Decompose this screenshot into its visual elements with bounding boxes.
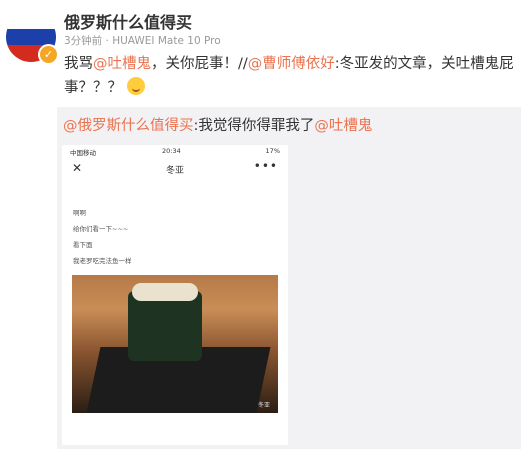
repost-text-segment: :我觉得你得罪我了 [193, 118, 315, 134]
mention-link[interactable]: @吐槽鬼 [314, 118, 372, 134]
mention-link[interactable]: @吐槽鬼 [93, 56, 151, 72]
post-time: 3分钟前 [64, 35, 103, 47]
article-line: 给你们看一下~~~ [73, 225, 129, 233]
sushi-photo: 冬亚 [72, 275, 278, 413]
mention-link[interactable]: @曹师傅依好 [248, 56, 335, 72]
carrier-label: 中国移动 [70, 149, 96, 157]
battery-label: 17% [265, 147, 280, 155]
phone-nav-title: 冬亚 [166, 166, 185, 176]
watermark: 冬亚 [257, 402, 270, 409]
smirk-emoji-icon [126, 77, 145, 95]
separator: · [105, 35, 109, 47]
article-line: 啊啊 [73, 209, 86, 217]
repost-card[interactable]: @俄罗斯什么值得买:我觉得你得罪我了@吐槽鬼 中国移动 20:34 17% ✕ … [57, 107, 521, 449]
post-meta: 3分钟前 · HUAWEI Mate 10 Pro [64, 33, 221, 48]
article-line: 看下面 [73, 241, 93, 249]
repost-text: @俄罗斯什么值得买:我觉得你得罪我了@吐槽鬼 [63, 114, 372, 135]
more-icon: ••• [253, 159, 278, 173]
post-text-segment: ，关你屁事！// [151, 56, 248, 72]
username[interactable]: 俄罗斯什么值得买 [64, 9, 192, 33]
post-text-segment: 我骂 [64, 56, 93, 72]
attached-screenshot[interactable]: 中国移动 20:34 17% ✕ 冬亚 ••• 啊啊 给你们看一下~~~ 看下面… [62, 145, 288, 445]
verified-badge-icon: ✓ [38, 44, 59, 65]
phone-status-bar: 中国移动 20:34 17% [62, 147, 288, 159]
close-icon: ✕ [72, 161, 83, 175]
post-text: 我骂@吐槽鬼，关你屁事！//@曹师傅依好:冬亚发的文章，关吐槽鬼屁事？？？ [64, 52, 519, 100]
mention-link[interactable]: @俄罗斯什么值得买 [63, 118, 194, 134]
post-device: HUAWEI Mate 10 Pro [112, 35, 221, 47]
sushi-rice [132, 283, 198, 301]
article-line: 我老罗吃完法鱼一样 [73, 257, 132, 265]
phone-time: 20:34 [162, 147, 181, 155]
gunkan-sushi [128, 291, 202, 361]
phone-nav-bar: ✕ 冬亚 ••• [62, 159, 288, 181]
